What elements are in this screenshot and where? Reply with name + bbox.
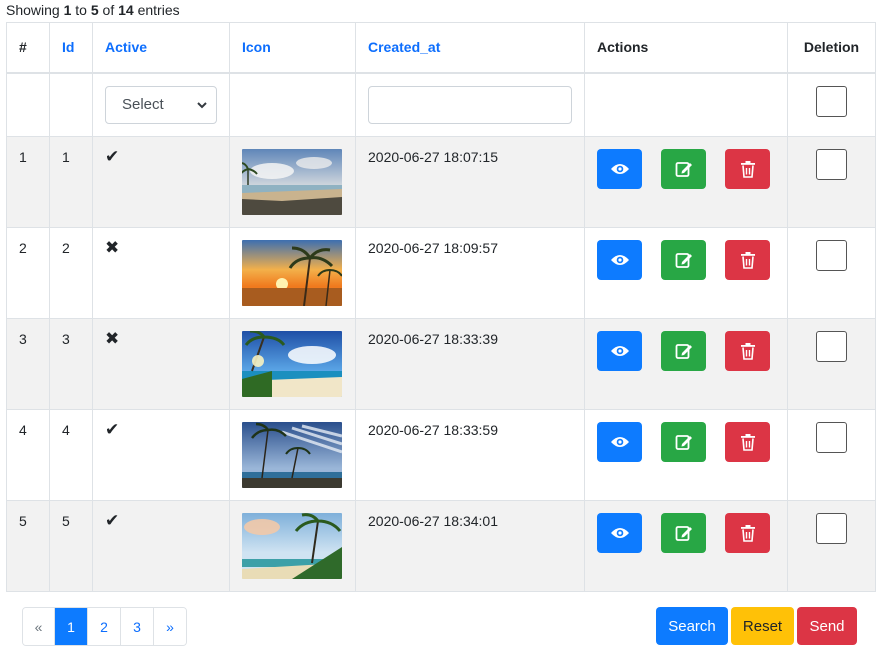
edit-button[interactable] — [661, 240, 706, 280]
chevron-down-icon — [197, 101, 207, 108]
edit-icon — [675, 253, 692, 268]
row-delete-checkbox[interactable] — [816, 149, 847, 180]
header-id[interactable]: Id — [49, 22, 93, 74]
eye-icon — [610, 437, 629, 447]
trash-icon — [740, 343, 755, 360]
header-icon[interactable]: Icon — [229, 22, 356, 74]
pagination-page[interactable]: 3 — [120, 608, 153, 645]
delete-button[interactable] — [725, 422, 770, 462]
eye-icon — [610, 346, 629, 356]
header-deletion: Deletion — [787, 22, 876, 74]
row-active-status: ✔ — [105, 420, 120, 439]
trash-icon — [740, 161, 755, 178]
view-button[interactable] — [597, 331, 642, 371]
send-button[interactable]: Send — [797, 607, 857, 645]
table-row: 1 1 ✔ 2020-06-27 18:07:15 — [6, 136, 876, 228]
trash-icon — [740, 525, 755, 542]
row-thumbnail — [242, 240, 342, 306]
row-num: 5 — [6, 500, 50, 592]
row-id: 3 — [49, 318, 93, 410]
row-id: 2 — [49, 227, 93, 319]
table-row: 5 5 ✔ 2020-06-27 18:34:01 — [6, 500, 876, 592]
view-button[interactable] — [597, 422, 642, 462]
table-row: 2 2 ✖ 2020-06-27 18:09:57 — [6, 227, 876, 319]
row-num: 3 — [6, 318, 50, 410]
edit-icon — [675, 162, 692, 177]
pagination-page[interactable]: 2 — [87, 608, 120, 645]
row-id: 1 — [49, 136, 93, 228]
row-created-at: 2020-06-27 18:33:59 — [355, 409, 585, 501]
row-num: 2 — [6, 227, 50, 319]
header-active[interactable]: Active — [92, 22, 230, 74]
row-delete-checkbox[interactable] — [816, 240, 847, 271]
header-actions: Actions — [584, 22, 788, 74]
active-filter-select[interactable]: Select — [105, 85, 217, 124]
edit-button[interactable] — [661, 149, 706, 189]
delete-button[interactable] — [725, 240, 770, 280]
view-button[interactable] — [597, 149, 642, 189]
eye-icon — [610, 528, 629, 538]
row-active-status: ✖ — [105, 329, 120, 348]
row-delete-checkbox[interactable] — [816, 422, 847, 453]
trash-icon — [740, 434, 755, 451]
entries-info: Showing 1 to 5 of 14 entries — [6, 2, 180, 18]
view-button[interactable] — [597, 513, 642, 553]
table-row: 4 4 ✔ 2020-06-27 18:33:59 — [6, 409, 876, 501]
row-created-at: 2020-06-27 18:07:15 — [355, 136, 585, 228]
delete-button[interactable] — [725, 513, 770, 553]
row-active-status: ✔ — [105, 511, 120, 530]
data-table: # Id Active Icon Created_at Actions Dele… — [6, 22, 876, 592]
row-id: 5 — [49, 500, 93, 592]
edit-button[interactable] — [661, 513, 706, 553]
row-thumbnail — [242, 331, 342, 397]
pagination-next[interactable]: » — [153, 608, 186, 645]
created-at-filter-input[interactable] — [368, 85, 572, 124]
row-thumbnail — [242, 513, 342, 579]
row-thumbnail — [242, 422, 342, 488]
edit-icon — [675, 344, 692, 359]
edit-button[interactable] — [661, 331, 706, 371]
header-created-at[interactable]: Created_at — [355, 22, 585, 74]
row-num: 4 — [6, 409, 50, 501]
row-delete-checkbox[interactable] — [816, 513, 847, 544]
row-id: 4 — [49, 409, 93, 501]
view-button[interactable] — [597, 240, 642, 280]
search-button[interactable]: Search — [656, 607, 728, 645]
row-created-at: 2020-06-27 18:09:57 — [355, 227, 585, 319]
header-num: # — [6, 22, 50, 74]
edit-icon — [675, 435, 692, 450]
eye-icon — [610, 255, 629, 265]
row-created-at: 2020-06-27 18:33:39 — [355, 318, 585, 410]
delete-button[interactable] — [725, 331, 770, 371]
pagination: « 1 2 3 » — [22, 607, 187, 646]
row-active-status: ✖ — [105, 238, 120, 257]
delete-button[interactable] — [725, 149, 770, 189]
pagination-prev[interactable]: « — [23, 608, 54, 645]
row-active-status: ✔ — [105, 147, 120, 166]
eye-icon — [610, 164, 629, 174]
pagination-page[interactable]: 1 — [54, 608, 87, 645]
select-all-checkbox[interactable] — [816, 85, 847, 117]
row-thumbnail — [242, 149, 342, 215]
row-created-at: 2020-06-27 18:34:01 — [355, 500, 585, 592]
row-delete-checkbox[interactable] — [816, 331, 847, 362]
row-num: 1 — [6, 136, 50, 228]
trash-icon — [740, 252, 755, 269]
reset-button[interactable]: Reset — [731, 607, 794, 645]
edit-icon — [675, 526, 692, 541]
table-row: 3 3 ✖ 2020-06-27 18:33:39 — [6, 318, 876, 410]
edit-button[interactable] — [661, 422, 706, 462]
